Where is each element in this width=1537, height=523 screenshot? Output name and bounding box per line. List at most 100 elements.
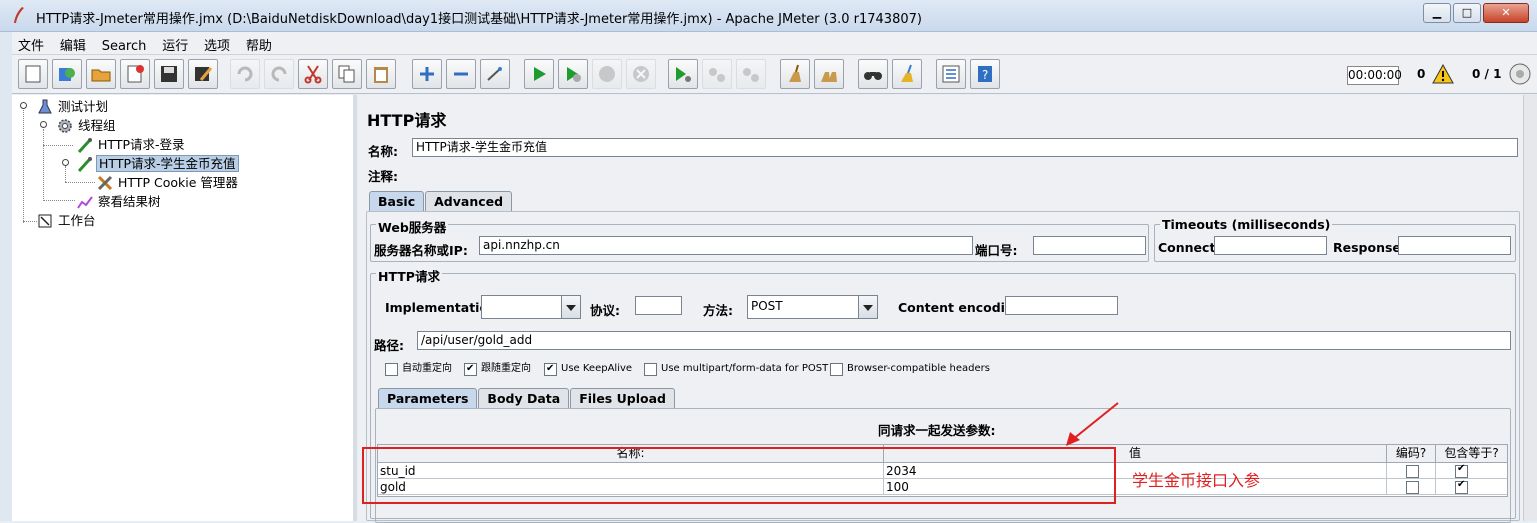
copy-button[interactable] (332, 59, 362, 89)
tab-body-data[interactable]: Body Data (478, 388, 570, 409)
tree-node-http-gold[interactable]: HTTP请求-学生金币充值 (77, 154, 239, 172)
maximize-button[interactable]: □ (1453, 3, 1481, 23)
start-no-pauses-button[interactable] (558, 59, 588, 89)
save-as-button[interactable] (188, 59, 218, 89)
cell-encode[interactable] (1387, 463, 1436, 479)
tab-parameters[interactable]: Parameters (378, 388, 478, 409)
open-button[interactable] (86, 59, 116, 89)
name-input[interactable]: HTTP请求-学生金币充值 (412, 138, 1518, 157)
toggle-button[interactable] (480, 59, 510, 89)
warning-icon[interactable] (1432, 64, 1454, 84)
implementation-select[interactable] (481, 295, 581, 319)
cell-include-equals[interactable] (1436, 463, 1507, 479)
menu-search[interactable]: Search (96, 36, 153, 54)
tab-advanced[interactable]: Advanced (425, 191, 513, 212)
paste-button[interactable] (366, 59, 396, 89)
help-button[interactable]: ? (970, 59, 1000, 89)
menu-edit[interactable]: 编辑 (54, 32, 92, 54)
minimize-button[interactable]: ▁ (1423, 3, 1451, 23)
auto-redirect-checkbox[interactable]: 自动重定向 (385, 362, 452, 376)
shutdown-button[interactable] (626, 59, 656, 89)
tab-files-upload[interactable]: Files Upload (570, 388, 675, 409)
response-input[interactable] (1398, 236, 1511, 255)
tree-node-cookie-manager[interactable]: HTTP Cookie 管理器 (97, 173, 240, 191)
cell-encode[interactable] (1387, 479, 1436, 495)
remote-start-button[interactable] (668, 59, 698, 89)
undo-button[interactable] (230, 59, 260, 89)
connect-input[interactable] (1214, 236, 1327, 255)
menu-file[interactable]: 文件 (12, 32, 50, 54)
close-file-icon (127, 65, 144, 83)
search-button[interactable] (858, 59, 888, 89)
comment-input[interactable] (406, 163, 1518, 182)
column-header-include-equals[interactable]: 包含等于? (1436, 445, 1507, 463)
vertical-scrollbar[interactable] (1523, 95, 1537, 521)
port-input[interactable] (1033, 236, 1146, 255)
cell-include-equals[interactable] (1436, 479, 1507, 495)
split-pane-divider[interactable] (353, 95, 357, 521)
save-button[interactable] (154, 59, 184, 89)
redo-button[interactable] (264, 59, 294, 89)
remote-stop-button[interactable] (702, 59, 732, 89)
clear-all-button[interactable] (814, 59, 844, 89)
browser-headers-checkbox[interactable]: Browser-compatible headers (830, 362, 990, 376)
column-header-encode[interactable]: 编码? (1387, 445, 1436, 463)
menu-help[interactable]: 帮助 (240, 32, 278, 54)
tree-node-result-tree[interactable]: 察看结果树 (77, 192, 163, 210)
remote-start-icon (676, 67, 691, 82)
error-count: 0 (1417, 67, 1426, 81)
new-file-icon (25, 65, 41, 83)
server-input[interactable]: api.nnzhp.cn (479, 236, 973, 255)
chevron-down-icon (858, 296, 877, 318)
tree-node-label: 察看结果树 (98, 193, 161, 209)
clear-button[interactable] (780, 59, 810, 89)
toggle-wand-icon (487, 67, 502, 81)
tree-node-label: HTTP请求-学生金币充值 (96, 154, 239, 172)
menu-options[interactable]: 选项 (198, 32, 236, 54)
path-input[interactable]: /api/user/gold_add (417, 331, 1511, 350)
cut-button[interactable] (298, 59, 328, 89)
tools-icon (97, 175, 113, 190)
menu-run[interactable]: 运行 (156, 32, 194, 54)
multipart-checkbox[interactable]: Use multipart/form-data for POST (644, 362, 828, 376)
edit-save-icon (195, 67, 213, 81)
window-title-bar: HTTP请求-Jmeter常用操作.jmx (D:\BaiduNetdiskDo… (0, 0, 1537, 32)
collapse-all-button[interactable] (446, 59, 476, 89)
expand-all-button[interactable] (412, 59, 442, 89)
reset-search-button[interactable] (892, 59, 922, 89)
tree-node-thread-group[interactable]: 线程组 (57, 116, 118, 134)
response-label: Response: (1333, 240, 1406, 255)
method-select[interactable]: POST (747, 295, 878, 319)
protocol-input[interactable] (635, 296, 682, 315)
remote-shutdown-icon (743, 68, 759, 82)
elapsed-timer: 00:00:00 (1347, 66, 1402, 85)
stop-button[interactable] (592, 59, 622, 89)
checkbox-label: Use multipart/form-data for POST (661, 363, 829, 374)
follow-redirect-checkbox[interactable]: 跟随重定向 (464, 362, 531, 376)
close-plan-button[interactable] (120, 59, 150, 89)
protocol-label: 协议: (590, 303, 620, 318)
minus-icon (454, 72, 468, 76)
tree-line (43, 200, 75, 201)
new-button[interactable] (18, 59, 48, 89)
start-button[interactable] (524, 59, 554, 89)
tree-node-test-plan[interactable]: 测试计划 (37, 97, 110, 115)
tab-basic[interactable]: Basic (369, 191, 425, 212)
templates-button[interactable] (52, 59, 82, 89)
path-label: 路径: (374, 338, 404, 353)
remote-shutdown-button[interactable] (736, 59, 766, 89)
paste-clipboard-icon (374, 67, 388, 83)
tree-expand-toggle[interactable] (62, 159, 69, 166)
tree-node-workbench[interactable]: 工作台 (37, 211, 98, 229)
copy-icon (338, 65, 355, 83)
keepalive-checkbox[interactable]: Use KeepAlive (544, 362, 632, 376)
connect-label: Connect: (1158, 240, 1221, 255)
close-button[interactable]: ✕ (1483, 3, 1529, 23)
tree-node-http-login[interactable]: HTTP请求-登录 (77, 135, 187, 153)
function-helper-button[interactable] (936, 59, 966, 89)
tree-expand-toggle[interactable] (20, 102, 27, 109)
name-label: 名称: (368, 144, 398, 159)
gear-icon (58, 118, 72, 133)
tree-expand-toggle[interactable] (40, 121, 47, 128)
content-encoding-input[interactable] (1005, 296, 1118, 315)
